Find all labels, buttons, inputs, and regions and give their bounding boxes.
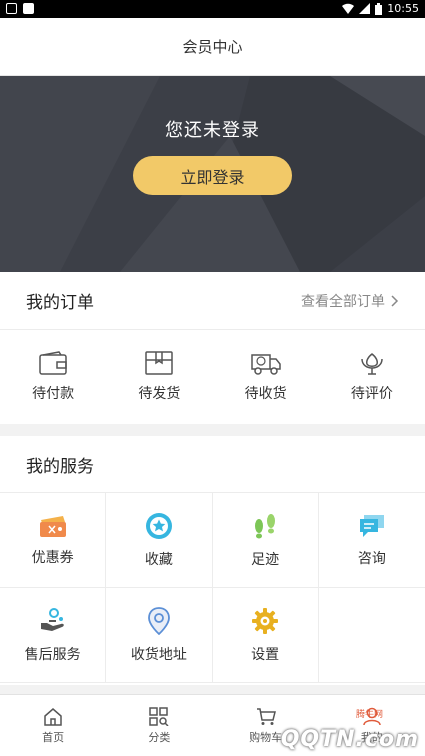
chevron-right-icon	[391, 294, 399, 307]
tab-home-label: 首页	[42, 730, 65, 744]
page-title: 会员中心	[182, 38, 243, 56]
order-pending-review[interactable]: 待评价	[319, 330, 425, 424]
service-after-sales[interactable]: 售后服务	[0, 588, 107, 683]
login-button[interactable]: 立即登录	[133, 156, 292, 195]
order-pending-payment[interactable]: 待付款	[0, 330, 106, 424]
orders-title: 我的订单	[26, 293, 94, 313]
service-icon	[40, 607, 64, 631]
signal-icon	[359, 3, 371, 14]
battery-icon	[375, 2, 383, 15]
service-empty-cell	[318, 588, 425, 683]
service-consult[interactable]: 咨询	[318, 493, 425, 588]
flower-icon	[361, 353, 383, 375]
service-settings[interactable]: 设置	[212, 588, 319, 683]
app-notification-icon	[23, 3, 34, 14]
location-icon	[147, 606, 170, 635]
tab-home[interactable]: 首页	[0, 695, 106, 756]
status-bar: 10:55	[0, 0, 425, 18]
service-favorites-label: 收藏	[144, 551, 173, 568]
service-settings-label: 设置	[251, 646, 280, 663]
login-status-text: 您还未登录	[165, 120, 260, 141]
login-banner: 您还未登录 立即登录	[0, 76, 425, 272]
notification-icons	[6, 3, 34, 14]
category-icon	[149, 706, 169, 726]
service-coupons[interactable]: 优惠券	[0, 493, 107, 588]
title-bar: 会员中心	[0, 18, 425, 76]
service-coupons-label: 优惠券	[31, 549, 74, 566]
order-pending-shipment-label: 待发货	[138, 386, 181, 402]
cart-icon	[256, 707, 276, 725]
service-favorites[interactable]: 收藏	[106, 493, 213, 588]
order-pending-receipt-label: 待收货	[244, 386, 287, 402]
footprint-icon	[255, 513, 276, 538]
my-services-section: 我的服务 优惠券 收藏 足迹 咨询 售后服务 收货地址 设置	[0, 436, 425, 685]
watermark-site-name: 腾牛网	[355, 710, 383, 720]
order-pending-receipt[interactable]: 待收货	[213, 330, 319, 424]
service-after-sales-label: 售后服务	[24, 646, 81, 663]
gear-icon	[252, 607, 279, 634]
service-footprints[interactable]: 足迹	[212, 493, 319, 588]
service-address[interactable]: 收货地址	[106, 588, 213, 683]
wifi-icon	[342, 3, 355, 14]
watermark: QQTN.com	[281, 727, 419, 752]
clock: 10:55	[387, 2, 419, 15]
chat-icon	[359, 514, 384, 537]
tab-category[interactable]: 分类	[106, 695, 212, 756]
services-header: 我的服务	[0, 436, 425, 493]
home-icon	[44, 707, 62, 726]
notification-icon	[6, 3, 17, 14]
services-title: 我的服务	[26, 456, 94, 477]
order-pending-review-label: 待评价	[350, 386, 393, 402]
view-all-orders-label: 查看全部订单	[301, 293, 385, 310]
view-all-orders-link[interactable]: 查看全部订单	[301, 291, 399, 311]
order-pending-shipment[interactable]: 待发货	[106, 330, 212, 424]
coupon-icon	[39, 515, 66, 537]
service-address-label: 收货地址	[130, 646, 187, 663]
order-pending-payment-label: 待付款	[32, 386, 75, 402]
wallet-icon	[39, 351, 67, 375]
tab-category-label: 分类	[148, 730, 171, 744]
my-orders-section: 我的订单 查看全部订单 待付款 待发货 待收货 待评价	[0, 272, 425, 424]
tab-cart-label: 购物车	[249, 730, 283, 744]
package-icon	[145, 351, 174, 375]
orders-header: 我的订单 查看全部订单	[0, 272, 425, 330]
truck-icon	[250, 354, 281, 375]
service-footprints-label: 足迹	[251, 551, 280, 568]
watermark-text: QQTN.com	[280, 727, 419, 752]
service-consult-label: 咨询	[357, 550, 386, 567]
star-icon	[145, 512, 172, 539]
